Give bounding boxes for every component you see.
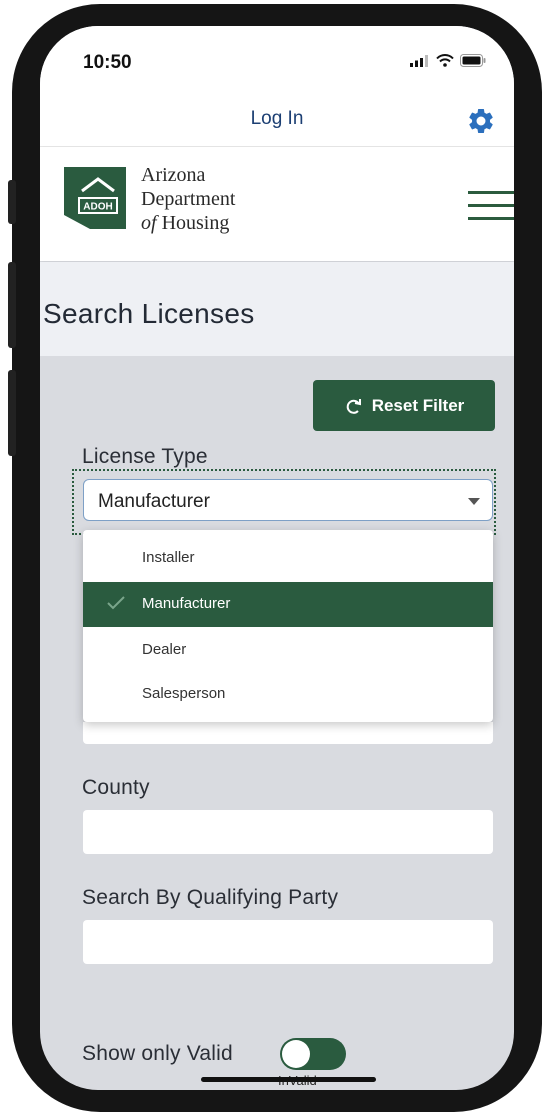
status-time: 10:50 [83,52,132,73]
app-screen: 10:50 Log In ADOH Arizona Department of … [40,26,514,1090]
option-label: Installer [142,549,195,566]
brand-name: Arizona Department of Housing [141,163,235,235]
hamburger-bar [468,204,514,207]
hamburger-menu-icon[interactable] [468,191,514,227]
license-type-dropdown: Installer Manufacturer Dealer Salesperso… [83,530,493,722]
reset-filter-button[interactable]: Reset Filter [313,380,495,431]
checkmark-icon [107,596,125,610]
brand-header: ADOH Arizona Department of Housing [40,147,514,261]
license-type-value: Manufacturer [98,491,210,512]
nav-bar: Log In [40,98,514,147]
battery-icon [460,54,486,67]
home-indicator [201,1077,376,1082]
redo-arrow-icon [346,398,361,414]
option-salesperson[interactable]: Salesperson [83,672,493,717]
option-dealer[interactable]: Dealer [83,628,493,673]
status-icons [410,54,486,67]
gear-icon[interactable] [466,106,496,136]
brand-line-3-text: Housing [161,212,230,234]
toggle-knob [282,1040,310,1068]
page-title: Search Licenses [43,298,255,329]
option-manufacturer[interactable]: Manufacturer [83,582,493,627]
dropdown-arrow-icon [468,498,480,505]
brand-line-3: of Housing [141,211,235,235]
brand-line-1: Arizona [141,164,206,186]
login-link[interactable]: Log In [40,108,514,130]
phone-volume-up [8,262,16,348]
adoh-logo[interactable]: ADOH [60,161,132,233]
reset-filter-label: Reset Filter [371,395,465,415]
license-type-label: License Type [82,445,208,468]
hamburger-bar [468,191,514,194]
county-input[interactable] [83,810,493,854]
license-type-select[interactable]: Manufacturer [83,479,493,521]
brand-line-3-italic: of [141,212,157,234]
phone-volume-down [8,370,16,456]
obscured-input-field[interactable] [83,722,493,744]
phone-silent-switch [8,180,16,224]
option-label: Dealer [142,641,187,658]
brand-line-2: Department [141,188,236,210]
qualifying-party-input[interactable] [83,920,493,964]
logo-text: ADOH [83,202,112,213]
page-title-bar: Search Licenses [40,262,514,356]
qualifying-party-label: Search By Qualifying Party [82,886,339,909]
wifi-icon [436,54,454,67]
county-label: County [82,776,150,799]
option-label: Salesperson [142,685,226,702]
status-bar: 10:50 [40,26,514,98]
show-only-valid-label: Show only Valid [82,1042,233,1065]
signal-icon [410,54,428,67]
valid-toggle-switch[interactable] [280,1038,346,1070]
hamburger-bar [468,217,514,220]
option-installer[interactable]: Installer [83,536,493,581]
option-label: Manufacturer [142,595,231,612]
